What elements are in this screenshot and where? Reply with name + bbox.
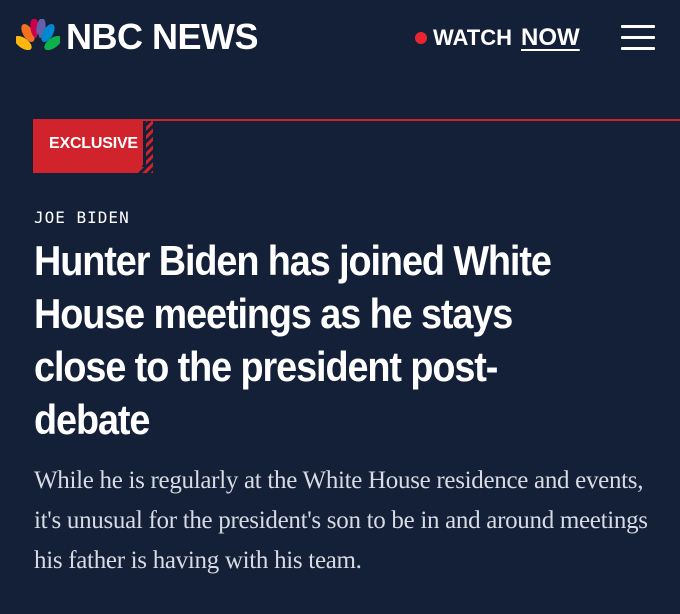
site-header: NBC NEWS WATCH NOW [0,0,680,80]
nbc-peacock-icon [16,19,60,51]
section-kicker[interactable]: JOE BIDEN [34,208,130,227]
now-label: NOW [521,24,580,51]
watch-label: WATCH [433,25,513,50]
live-dot-icon [415,32,427,44]
article-dek: While he is regularly at the White House… [34,467,648,574]
article-headline[interactable]: Hunter Biden has joined White House meet… [34,234,592,446]
badge-label: EXCLUSIVE [49,135,138,152]
nbc-news-logo[interactable]: NBC NEWS [16,16,259,57]
article-page: NBC NEWS WATCH NOW EXCLUSIVE JOE BIDEN H… [0,0,680,614]
watch-now-link[interactable]: WATCH NOW [415,22,580,54]
exclusive-badge: EXCLUSIVE [33,121,153,173]
hamburger-menu-icon[interactable] [621,23,655,51]
brand-name: NBC NEWS [66,16,259,57]
